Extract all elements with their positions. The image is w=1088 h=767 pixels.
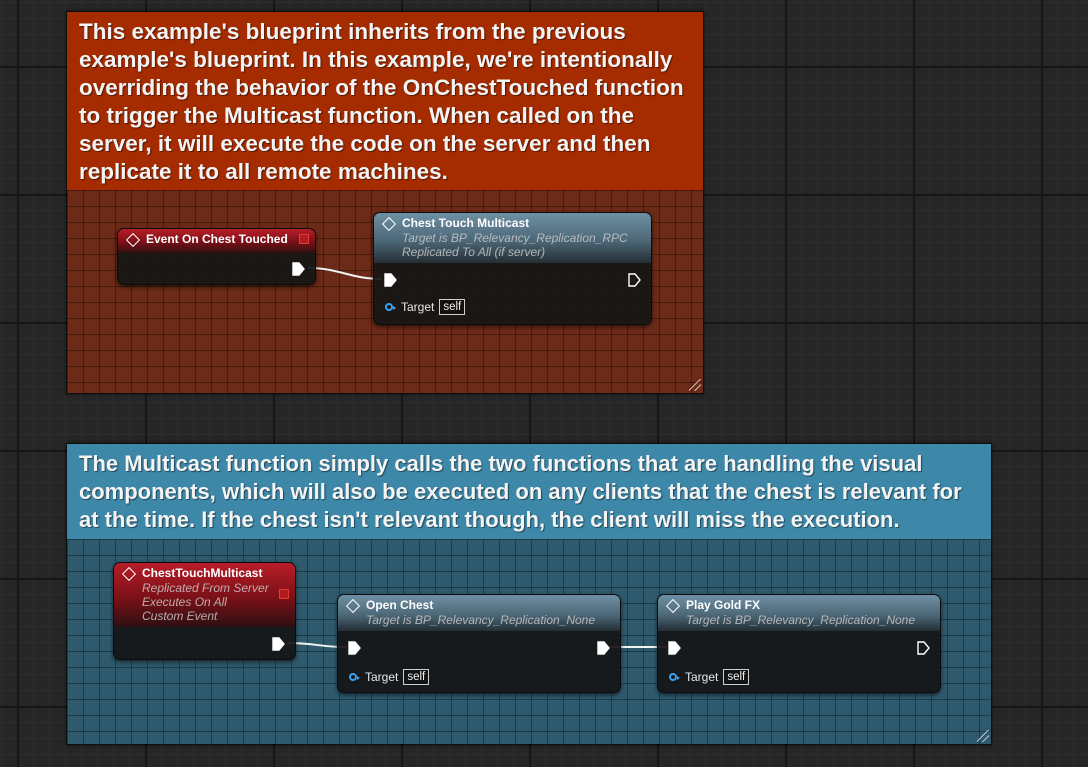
node-header: Play Gold FX Target is BP_Relevancy_Repl… <box>658 595 940 631</box>
comment-text-top: This example's blueprint inherits from t… <box>67 12 703 190</box>
pin-label: Target <box>685 670 719 684</box>
node-subtitle: Target is BP_Relevancy_Replication_None <box>686 613 916 627</box>
resize-handle-icon[interactable] <box>689 379 701 391</box>
node-title: Open Chest <box>366 598 434 612</box>
node-header: Open Chest Target is BP_Relevancy_Replic… <box>338 595 620 631</box>
delegate-pin-icon[interactable] <box>279 589 289 599</box>
event-node-on-chest-touched[interactable]: Event On Chest Touched <box>117 228 316 285</box>
node-subtitle: Target is BP_Relevancy_Replication_None <box>366 613 596 627</box>
exec-output-pin-icon[interactable] <box>917 641 930 655</box>
exec-output-pin-icon[interactable] <box>597 641 610 655</box>
target-pin[interactable]: Target self <box>385 299 466 315</box>
custom-event-node-chest-touch-multicast[interactable]: ChestTouchMulticast Replicated From Serv… <box>113 562 296 660</box>
object-pin-icon[interactable] <box>669 673 680 681</box>
target-pin[interactable]: Target self <box>349 669 430 685</box>
exec-input-pin-icon[interactable] <box>348 641 361 655</box>
pin-default-value[interactable]: self <box>403 669 430 685</box>
node-subtitle: Replicated To All (if server) <box>402 245 546 259</box>
exec-output-pin-icon[interactable] <box>628 273 641 287</box>
resize-handle-icon[interactable] <box>977 730 989 742</box>
node-title: Event On Chest Touched <box>146 232 288 246</box>
node-title: ChestTouchMulticast <box>142 566 263 580</box>
node-title: Chest Touch Multicast <box>402 216 530 230</box>
node-subtitle: Replicated From Server <box>142 581 269 595</box>
exec-input-pin-icon[interactable] <box>384 273 397 287</box>
exec-input-pin-icon[interactable] <box>668 641 681 655</box>
exec-output-pin-icon[interactable] <box>272 637 285 651</box>
target-pin[interactable]: Target self <box>669 669 750 685</box>
function-node-open-chest[interactable]: Open Chest Target is BP_Relevancy_Replic… <box>337 594 621 693</box>
node-header: Event On Chest Touched <box>118 229 315 253</box>
node-header: ChestTouchMulticast Replicated From Serv… <box>114 563 295 627</box>
function-diamond-icon <box>381 216 397 231</box>
node-subtitle: Executes On All <box>142 595 227 609</box>
event-diamond-icon <box>121 566 137 581</box>
node-title: Play Gold FX <box>686 598 761 612</box>
function-node-play-gold-fx[interactable]: Play Gold FX Target is BP_Relevancy_Repl… <box>657 594 941 693</box>
comment-box-top[interactable]: This example's blueprint inherits from t… <box>66 11 704 394</box>
function-diamond-icon <box>345 598 361 613</box>
pin-label: Target <box>401 300 435 314</box>
object-pin-icon[interactable] <box>385 303 396 311</box>
comment-text-bottom: The Multicast function simply calls the … <box>67 444 991 539</box>
event-diamond-icon <box>125 232 141 247</box>
function-diamond-icon <box>665 598 681 613</box>
pin-default-value[interactable]: self <box>723 669 750 685</box>
node-subtitle: Custom Event <box>142 609 218 623</box>
function-node-chest-touch-multicast[interactable]: Chest Touch Multicast Target is BP_Relev… <box>373 212 652 325</box>
exec-output-pin-icon[interactable] <box>292 262 305 276</box>
pin-label: Target <box>365 670 399 684</box>
object-pin-icon[interactable] <box>349 673 360 681</box>
node-subtitle: Target is BP_Relevancy_Replication_RPC <box>402 231 628 245</box>
delegate-pin-icon[interactable] <box>299 234 309 244</box>
pin-default-value[interactable]: self <box>439 299 466 315</box>
node-header: Chest Touch Multicast Target is BP_Relev… <box>374 213 651 263</box>
